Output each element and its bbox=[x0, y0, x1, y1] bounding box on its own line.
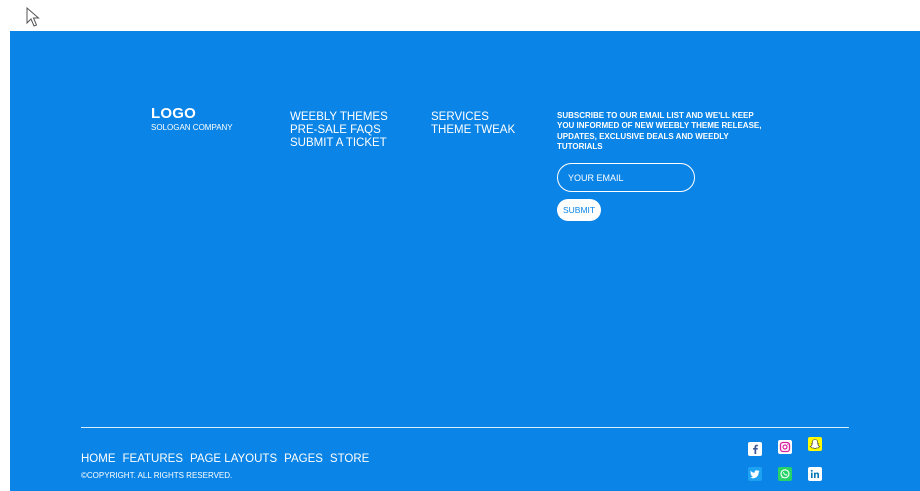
nav-pages[interactable]: PAGES bbox=[284, 453, 323, 465]
submit-button[interactable]: SUBMIT bbox=[557, 199, 602, 222]
subscribe-text: SUBSCRIBE TO OUR EMAIL LIST AND WE'LL KE… bbox=[557, 111, 762, 151]
footer: LOGO SOLOGAN COMPANY WEEBLY THEMES PRE-S… bbox=[10, 31, 920, 491]
linkedin-icon[interactable] bbox=[808, 467, 822, 481]
link-weebly-themes[interactable]: WEEBLY THEMES bbox=[290, 111, 388, 124]
snapchat-icon[interactable] bbox=[808, 437, 822, 451]
copyright: ©COPYRIGHT. ALL RIGHTS RESERVED. bbox=[81, 471, 233, 480]
social-icons bbox=[748, 437, 828, 485]
link-pre-sale-faqs[interactable]: PRE-SALE FAQS bbox=[290, 124, 388, 137]
link-theme-tweak[interactable]: THEME TWEAK bbox=[431, 124, 515, 137]
nav-home[interactable]: HOME bbox=[81, 453, 116, 465]
bottom-nav: HOME FEATURES PAGE LAYOUTS PAGES STORE bbox=[81, 452, 376, 466]
subscribe-block: SUBSCRIBE TO OUR EMAIL LIST AND WE'LL KE… bbox=[557, 111, 767, 222]
whatsapp-icon[interactable] bbox=[778, 467, 792, 481]
logo-block[interactable]: LOGO SOLOGAN COMPANY bbox=[151, 106, 233, 133]
logo[interactable]: LOGO bbox=[151, 106, 233, 122]
facebook-icon[interactable] bbox=[748, 442, 762, 456]
nav-store[interactable]: STORE bbox=[330, 453, 369, 465]
link-services[interactable]: SERVICES bbox=[431, 111, 515, 124]
instagram-icon[interactable] bbox=[778, 440, 792, 454]
twitter-icon[interactable] bbox=[748, 467, 762, 481]
nav-features[interactable]: FEATURES bbox=[123, 453, 184, 465]
link-submit-a-ticket[interactable]: SUBMIT A TICKET bbox=[290, 137, 388, 150]
nav-page-layouts[interactable]: PAGE LAYOUTS bbox=[190, 453, 277, 465]
footer-links-column-2: SERVICES THEME TWEAK bbox=[431, 111, 515, 137]
footer-links-column-1: WEEBLY THEMES PRE-SALE FAQS SUBMIT A TIC… bbox=[290, 111, 388, 150]
mouse-cursor-icon bbox=[26, 7, 40, 27]
slogan: SOLOGAN COMPANY bbox=[151, 123, 233, 132]
email-input[interactable] bbox=[557, 163, 695, 193]
footer-divider bbox=[81, 427, 849, 428]
